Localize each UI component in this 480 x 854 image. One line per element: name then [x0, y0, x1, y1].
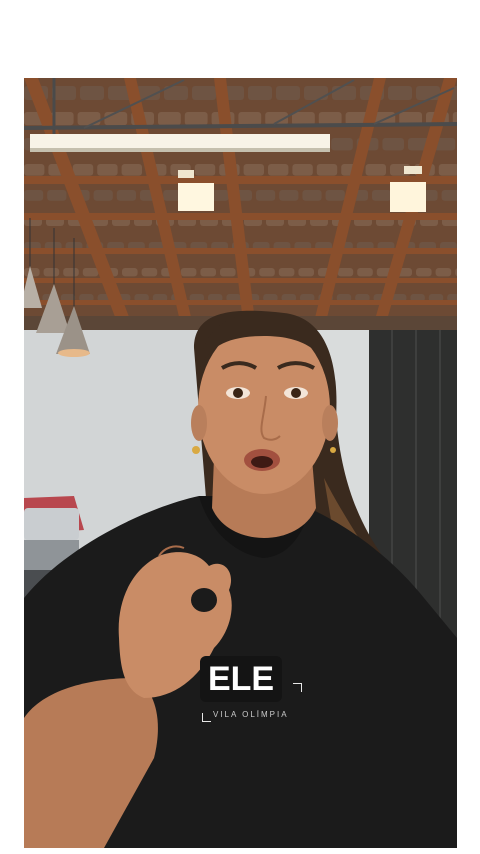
earring [192, 446, 200, 454]
roof-tile [259, 268, 275, 277]
fluorescent-lamp [30, 134, 330, 150]
roof-tile [80, 86, 104, 100]
roof-tile [243, 164, 264, 176]
roof-tile [435, 268, 452, 277]
logo-bracket [293, 683, 302, 692]
roof-tile [388, 86, 412, 100]
caption-box: ELE [200, 656, 282, 702]
roof-tile [220, 268, 236, 277]
roof-tile [302, 190, 322, 201]
ceiling-light [178, 183, 214, 211]
roof-tile [331, 138, 353, 151]
roof-tile [337, 268, 354, 277]
shirt-logo-subtext: VILA OLÍMPIA [213, 710, 289, 719]
earring [330, 447, 336, 453]
roof-tile [24, 164, 45, 176]
roof-tile [238, 112, 262, 126]
roof-tile [194, 164, 216, 176]
scene-illustration [24, 78, 457, 848]
roof-tile [357, 268, 373, 277]
roof-tile [52, 86, 76, 100]
roof-tile [298, 268, 314, 277]
roof-tile [332, 86, 356, 100]
roof-tile [416, 86, 440, 100]
roof-tile [116, 190, 136, 201]
roof-tile [97, 164, 118, 176]
roof-tile [121, 164, 142, 176]
roof-tile [365, 164, 386, 176]
roof-tile [141, 268, 158, 277]
roof-tile [200, 268, 216, 277]
roof-tile [24, 190, 44, 201]
roof-tile [192, 86, 216, 100]
roof-tile [82, 268, 99, 277]
roof-tile [77, 112, 101, 126]
roof-tile [63, 268, 79, 277]
roof-tile [104, 112, 128, 126]
logo-bracket [202, 713, 211, 722]
roof-tile [292, 112, 315, 126]
roof-tile [325, 190, 345, 201]
roof-tile [184, 112, 208, 126]
roof-tile [441, 190, 457, 201]
roof-tile [158, 112, 181, 126]
roof-tile [292, 164, 313, 176]
roof-tile [122, 268, 138, 277]
roof-tile [382, 138, 404, 151]
roof-tile [72, 164, 94, 176]
roof-tile [93, 190, 113, 201]
roof-tile [279, 190, 299, 201]
roof-tile [416, 268, 432, 277]
roof-tile [316, 164, 338, 176]
ceiling-light [390, 182, 426, 212]
roof-tile [180, 268, 197, 277]
video-frame [24, 78, 457, 848]
roof-tile [256, 190, 276, 201]
roof-tile [47, 190, 67, 201]
roof-tile [276, 86, 300, 100]
roof-tile [278, 268, 295, 277]
roof-tile [43, 268, 60, 277]
caption-text: ELE [207, 660, 275, 698]
roof-tile [304, 86, 328, 100]
roof-tile [248, 86, 272, 100]
roof-tile [268, 164, 289, 176]
roof-tile [438, 164, 457, 176]
roof-tile [372, 190, 392, 201]
